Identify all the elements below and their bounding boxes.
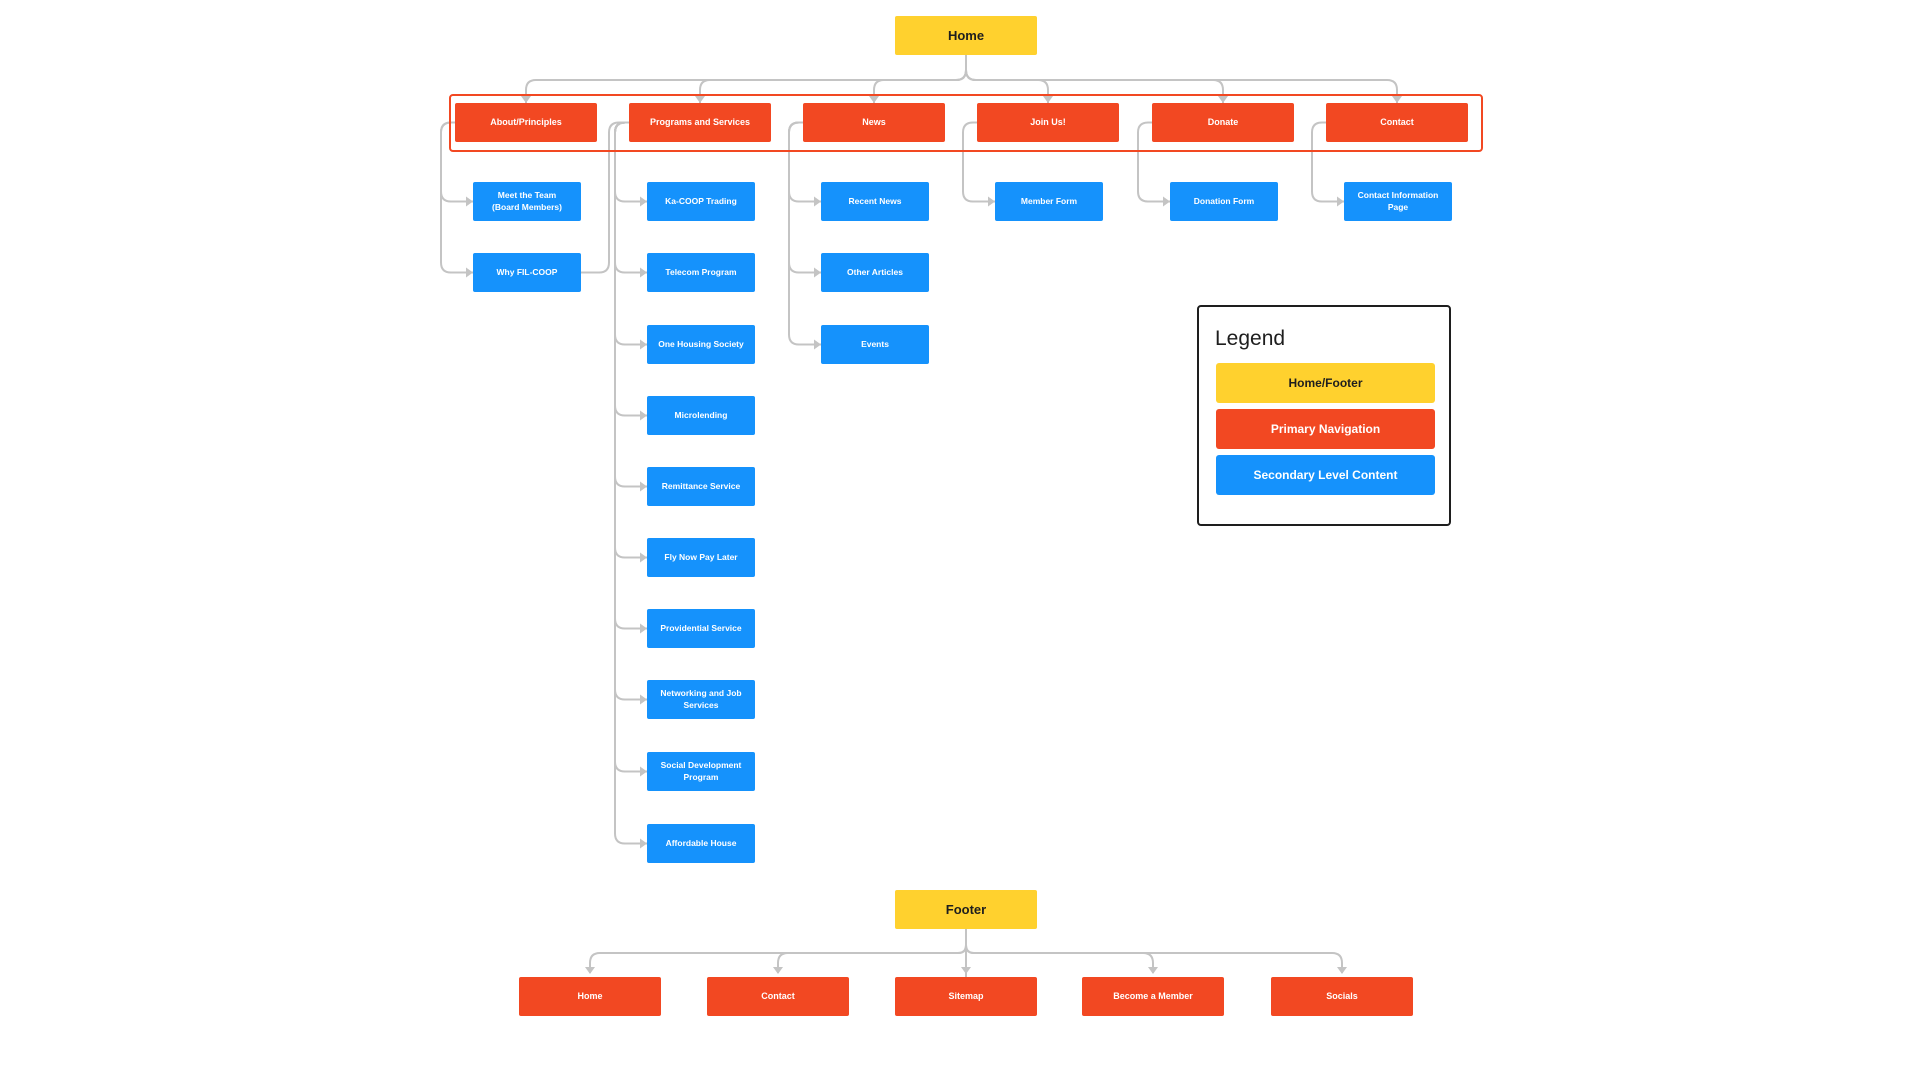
secondary-contact-information-page[interactable]: Contact Information Page xyxy=(1344,182,1452,221)
legend-item-secondary-content: Secondary Level Content xyxy=(1216,455,1435,495)
connector-one-housing-society xyxy=(614,121,647,346)
secondary-microlending[interactable]: Microlending xyxy=(647,396,755,435)
connector-social-development-program xyxy=(614,121,647,773)
footer-node[interactable]: Footer xyxy=(895,890,1037,929)
connector-networking-and-job-services xyxy=(614,121,647,701)
arrow-head xyxy=(773,967,783,974)
legend-title: Legend xyxy=(1215,327,1286,350)
arrow-head xyxy=(640,339,647,350)
secondary-ka-coop-trading[interactable]: Ka-COOP Trading xyxy=(647,182,755,221)
connector-affordable-house xyxy=(614,121,647,845)
secondary-one-housing-society[interactable]: One Housing Society xyxy=(647,325,755,364)
arrow-head xyxy=(466,267,473,278)
secondary-networking-and-job-services[interactable]: Networking and Job Services xyxy=(647,680,755,719)
arrow-head xyxy=(585,967,595,974)
connector-microlending xyxy=(614,121,647,417)
arrow-head xyxy=(1148,967,1158,974)
secondary-remittance-service[interactable]: Remittance Service xyxy=(647,467,755,506)
footer-link-home[interactable]: Home xyxy=(519,977,661,1016)
secondary-why-fil-coop[interactable]: Why FIL-COOP xyxy=(473,253,581,292)
arrow-head xyxy=(988,196,995,207)
arrow-head xyxy=(1337,967,1347,974)
primary-nav-about-principles[interactable]: About/Principles xyxy=(455,103,597,142)
secondary-meet-the-team-board-members[interactable]: Meet the Team (Board Members) xyxy=(473,182,581,221)
secondary-events[interactable]: Events xyxy=(821,325,929,364)
primary-nav-news[interactable]: News xyxy=(803,103,945,142)
connector-events xyxy=(788,121,821,346)
legend: Legend Home/Footer Primary Navigation Se… xyxy=(1197,305,1451,526)
arrow-head xyxy=(814,267,821,278)
primary-nav-programs-and-services[interactable]: Programs and Services xyxy=(629,103,771,142)
connector-footer-to-home xyxy=(589,929,967,973)
primary-nav-join-us[interactable]: Join Us! xyxy=(977,103,1119,142)
arrow-head xyxy=(961,967,971,974)
arrow-head xyxy=(814,196,821,207)
connector-providential-service xyxy=(614,121,647,630)
arrow-head xyxy=(1163,196,1170,207)
secondary-affordable-house[interactable]: Affordable House xyxy=(647,824,755,863)
connector-fly-now-pay-later xyxy=(614,121,647,559)
legend-item-home-footer: Home/Footer xyxy=(1216,363,1435,403)
arrow-head xyxy=(1337,196,1344,207)
footer-link-contact[interactable]: Contact xyxy=(707,977,849,1016)
arrow-head xyxy=(640,766,647,777)
arrow-head xyxy=(640,267,647,278)
footer-link-socials[interactable]: Socials xyxy=(1271,977,1413,1016)
secondary-social-development-program[interactable]: Social Development Program xyxy=(647,752,755,791)
arrow-head xyxy=(640,838,647,849)
home-node[interactable]: Home xyxy=(895,16,1037,55)
arrow-head xyxy=(814,339,821,350)
footer-link-sitemap[interactable]: Sitemap xyxy=(895,977,1037,1016)
arrow-head xyxy=(640,196,647,207)
connector-footer-to-become-a-member xyxy=(965,929,1154,973)
footer-link-become-a-member[interactable]: Become a Member xyxy=(1082,977,1224,1016)
secondary-member-form[interactable]: Member Form xyxy=(995,182,1103,221)
connector-footer-to-socials xyxy=(965,929,1343,973)
secondary-donation-form[interactable]: Donation Form xyxy=(1170,182,1278,221)
secondary-fly-now-pay-later[interactable]: Fly Now Pay Later xyxy=(647,538,755,577)
arrow-head xyxy=(466,196,473,207)
legend-item-primary-navigation: Primary Navigation xyxy=(1216,409,1435,449)
arrow-head xyxy=(640,623,647,634)
secondary-telecom-program[interactable]: Telecom Program xyxy=(647,253,755,292)
arrow-head xyxy=(640,694,647,705)
connector-footer-to-contact xyxy=(777,929,967,973)
connector-remittance-service xyxy=(614,121,647,488)
arrow-head xyxy=(640,552,647,563)
primary-nav-contact[interactable]: Contact xyxy=(1326,103,1468,142)
secondary-other-articles[interactable]: Other Articles xyxy=(821,253,929,292)
arrow-head xyxy=(640,481,647,492)
arrow-head xyxy=(640,410,647,421)
primary-nav-donate[interactable]: Donate xyxy=(1152,103,1294,142)
secondary-recent-news[interactable]: Recent News xyxy=(821,182,929,221)
secondary-providential-service[interactable]: Providential Service xyxy=(647,609,755,648)
